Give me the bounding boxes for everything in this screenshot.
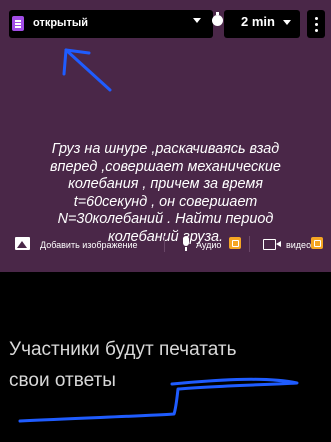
hand-drawn-annotation bbox=[18, 48, 299, 423]
annotation-arrow-stroke bbox=[62, 48, 68, 76]
annotation-arrow-stroke bbox=[64, 48, 112, 92]
annotation-underline-stroke bbox=[18, 377, 299, 423]
